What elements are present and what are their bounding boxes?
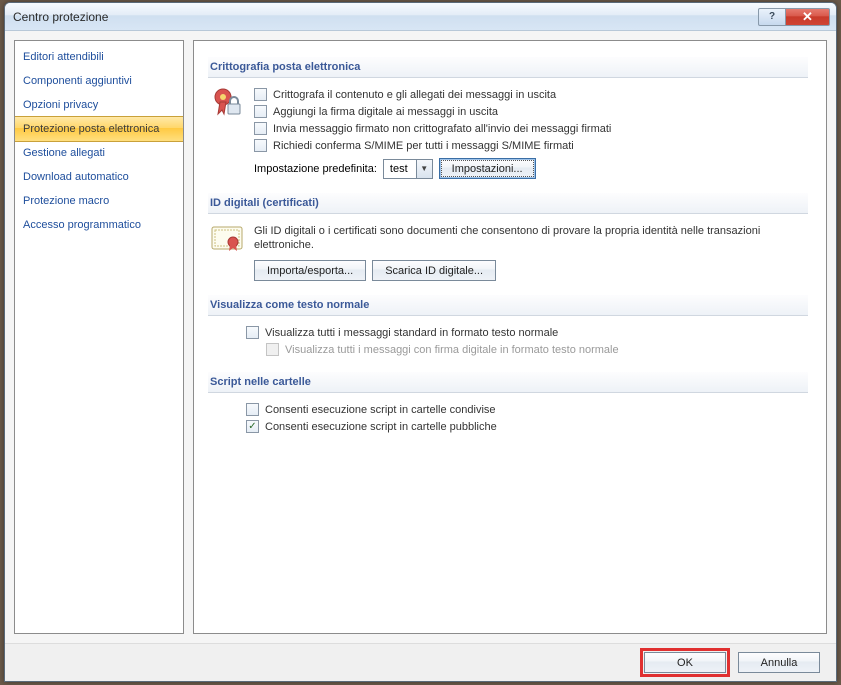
checkbox-read-plain[interactable]: Visualizza tutti i messaggi standard in … bbox=[246, 324, 808, 341]
checkbox-smime-receipt[interactable]: Richiedi conferma S/MIME per tutti i mes… bbox=[254, 137, 808, 154]
sidebar-item-attachments[interactable]: Gestione allegati bbox=[15, 141, 183, 165]
checkbox-icon bbox=[254, 88, 267, 101]
close-button[interactable]: ✕ bbox=[786, 8, 830, 26]
ok-highlight: OK bbox=[640, 648, 730, 677]
titlebar[interactable]: Centro protezione ? ✕ bbox=[5, 3, 836, 31]
section-crypto: Crittografa il contenuto e gli allegati … bbox=[208, 86, 808, 179]
dialog-footer: OK Annulla bbox=[5, 643, 836, 681]
checkbox-encrypt-outgoing[interactable]: Crittografa il contenuto e gli allegati … bbox=[254, 86, 808, 103]
sidebar-item-trusted-publishers[interactable]: Editori attendibili bbox=[15, 45, 183, 69]
section-digital-id: Gli ID digitali o i certificati sono doc… bbox=[208, 222, 808, 281]
section-heading-digital-id: ID digitali (certificati) bbox=[208, 193, 808, 214]
close-icon: ✕ bbox=[802, 9, 813, 25]
titlebar-buttons: ? ✕ bbox=[758, 8, 830, 26]
checkbox-icon bbox=[254, 122, 267, 135]
checkbox-read-signed-plain: Visualizza tutti i messaggi con firma di… bbox=[266, 341, 808, 358]
checkbox-icon bbox=[246, 403, 259, 416]
checkbox-icon bbox=[254, 139, 267, 152]
cancel-button[interactable]: Annulla bbox=[738, 652, 820, 673]
sidebar-item-privacy[interactable]: Opzioni privacy bbox=[15, 93, 183, 117]
checkbox-icon bbox=[246, 326, 259, 339]
sidebar: Editori attendibili Componenti aggiuntiv… bbox=[14, 40, 184, 634]
checkbox-script-shared[interactable]: Consenti esecuzione script in cartelle c… bbox=[246, 401, 808, 418]
digital-id-description: Gli ID digitali o i certificati sono doc… bbox=[254, 222, 808, 260]
encryption-icon bbox=[212, 88, 242, 120]
default-setting-label: Impostazione predefinita: bbox=[254, 163, 377, 175]
section-heading-script: Script nelle cartelle bbox=[208, 372, 808, 393]
section-script: Consenti esecuzione script in cartelle c… bbox=[208, 401, 808, 435]
checkbox-send-cleartext-signed[interactable]: Invia messaggio firmato non crittografat… bbox=[254, 120, 808, 137]
checkbox-add-signature[interactable]: Aggiungi la firma digitale ai messaggi i… bbox=[254, 103, 808, 120]
content-pane: Crittografia posta elettronica Crittogra… bbox=[193, 40, 827, 634]
sidebar-item-auto-download[interactable]: Download automatico bbox=[15, 165, 183, 189]
checkbox-icon: ✓ bbox=[246, 420, 259, 433]
download-digital-id-button[interactable]: Scarica ID digitale... bbox=[372, 260, 496, 281]
dialog-body: Editori attendibili Componenti aggiuntiv… bbox=[5, 31, 836, 643]
section-heading-plaintext: Visualizza come testo normale bbox=[208, 295, 808, 316]
sidebar-item-addins[interactable]: Componenti aggiuntivi bbox=[15, 69, 183, 93]
section-heading-crypto: Crittografia posta elettronica bbox=[208, 57, 808, 78]
checkbox-icon bbox=[266, 343, 279, 356]
checkbox-script-public[interactable]: ✓ Consenti esecuzione script in cartelle… bbox=[246, 418, 808, 435]
settings-button[interactable]: Impostazioni... bbox=[439, 158, 536, 179]
sidebar-item-email-security[interactable]: Protezione posta elettronica bbox=[15, 116, 183, 142]
certificate-icon bbox=[211, 224, 243, 252]
section-plaintext: Visualizza tutti i messaggi standard in … bbox=[208, 324, 808, 358]
import-export-button[interactable]: Importa/esporta... bbox=[254, 260, 366, 281]
sidebar-item-programmatic-access[interactable]: Accesso programmatico bbox=[15, 213, 183, 237]
default-setting-select[interactable]: test ▼ bbox=[383, 159, 433, 179]
dialog-window: Centro protezione ? ✕ Editori attendibil… bbox=[4, 2, 837, 682]
window-title: Centro protezione bbox=[13, 10, 758, 24]
help-button[interactable]: ? bbox=[758, 8, 786, 26]
chevron-down-icon: ▼ bbox=[416, 160, 432, 178]
checkbox-icon bbox=[254, 105, 267, 118]
ok-button[interactable]: OK bbox=[644, 652, 726, 673]
sidebar-item-macro[interactable]: Protezione macro bbox=[15, 189, 183, 213]
